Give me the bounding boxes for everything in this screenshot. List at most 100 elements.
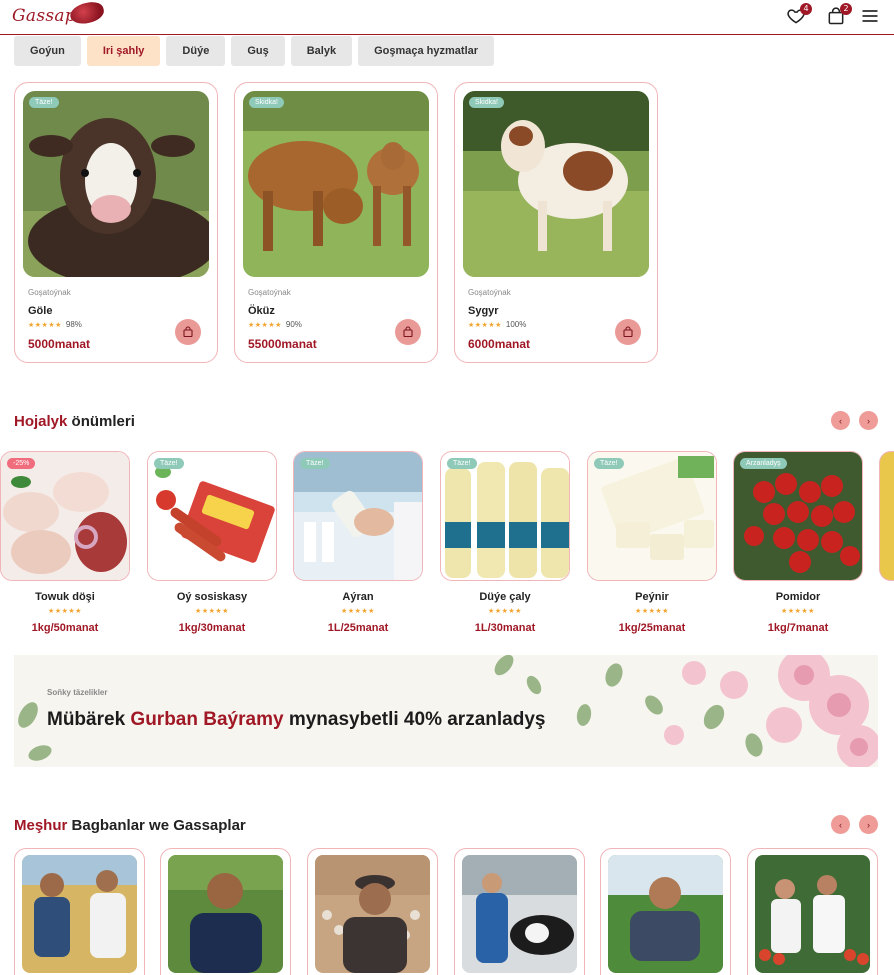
product-category: Goşatoýnak	[468, 288, 511, 297]
product-image-cheese: Täze!	[587, 451, 717, 581]
product-tag: Täze!	[300, 458, 330, 469]
tab-gus[interactable]: Guş	[231, 36, 285, 66]
product-name: Düýe çaly	[479, 591, 531, 603]
farm-prev-button[interactable]: ‹	[831, 411, 850, 430]
product-card[interactable]: Skidka! Goşatoýnak Öküz ★★★★★ 90% 55000m…	[234, 82, 438, 363]
farmer-photo	[168, 855, 283, 973]
section-title-highlight: Hojalyk	[14, 413, 68, 430]
product-tag: Täze!	[447, 458, 477, 469]
product-name: Towuk döşi	[35, 591, 95, 603]
farmer-photo	[22, 855, 137, 973]
farmer-card[interactable]	[747, 848, 878, 975]
star-rating-icons: ★★★★★	[48, 608, 82, 615]
farmers-carousel	[0, 848, 894, 975]
section-title-farmers: Meşhur Bagbanlar we Gassaplar	[14, 817, 246, 834]
product-price: 1kg/30manat	[178, 622, 246, 634]
product-name: Oý sosiskasy	[176, 591, 248, 603]
tab-balyk[interactable]: Balyk	[290, 36, 353, 66]
product-price: 6000manat	[468, 337, 531, 351]
product-price: 1kg/25manat	[618, 622, 686, 634]
site-header: Gassap 4 2	[0, 0, 894, 35]
tab-iri-sahly[interactable]: Iri şahly	[86, 36, 161, 66]
farmer-photo	[608, 855, 723, 973]
product-tag: Skidka!	[469, 97, 504, 108]
product-name: Peýnir	[635, 591, 669, 603]
hamburger-icon	[862, 10, 878, 22]
add-to-cart-button[interactable]	[395, 319, 421, 345]
product-price: 1kg/7manat	[767, 622, 829, 634]
product-rating: ★★★★★ 98%	[28, 320, 82, 329]
banner-title: Mübärek Gurban Baýramy mynasybetli 40% a…	[47, 709, 545, 731]
banner-subtitle: Soňky täzelikler	[47, 688, 108, 697]
menu-button[interactable]	[860, 6, 882, 28]
farmers-next-button[interactable]: ›	[859, 815, 878, 834]
category-tabs: Goýun Iri şahly Düýe Guş Balyk Goşmaça h…	[14, 36, 495, 66]
farmer-card[interactable]	[454, 848, 585, 975]
product-price: 5000manat	[28, 337, 91, 351]
product-image-camel-milk: Täze!	[440, 451, 570, 581]
star-rating-icons: ★★★★★	[488, 608, 522, 615]
product-price: 1L/30manat	[474, 622, 536, 634]
cart-add-icon	[403, 326, 413, 338]
product-tag: Täze!	[154, 458, 184, 469]
farm-next-button[interactable]: ›	[859, 411, 878, 430]
section-title-farm-products: Hojalyk önümleri	[14, 413, 135, 430]
product-tag: Täze!	[594, 458, 624, 469]
product-price: 1L/25manat	[327, 622, 389, 634]
section-title-rest: önümleri	[71, 413, 135, 430]
tab-gosmaca-hyzmatlar[interactable]: Goşmaça hyzmatlar	[358, 36, 495, 66]
farmer-card[interactable]	[160, 848, 291, 975]
rating-percent: 90%	[285, 320, 302, 329]
product-card[interactable]: Skidka! Goşatoýnak Sygyr ★★★★★ 100% 6000…	[454, 82, 658, 363]
wishlist-count-badge: 4	[800, 3, 812, 15]
add-to-cart-button[interactable]	[615, 319, 641, 345]
promo-banner[interactable]: Soňky täzelikler Mübärek Gurban Baýramy …	[14, 655, 878, 767]
add-to-cart-button[interactable]	[175, 319, 201, 345]
farmer-card[interactable]	[307, 848, 438, 975]
wishlist-button[interactable]: 4	[786, 3, 812, 28]
cart-add-icon	[623, 326, 633, 338]
farmer-photo	[755, 855, 870, 973]
farm-products-carousel: -25% Towuk döşi ★★★★★ 1kg/50manat Täze! …	[0, 451, 894, 641]
product-name: Pomidor	[775, 591, 821, 603]
star-rating-icons: ★★★★★	[635, 608, 669, 615]
farmer-photo	[462, 855, 577, 973]
product-image-sausage: Täze!	[147, 451, 277, 581]
product-name: Sygyr	[468, 305, 499, 317]
farmer-photo	[315, 855, 430, 973]
cart-add-icon	[183, 326, 193, 338]
product-rating: ★★★★★ 90%	[248, 320, 302, 329]
brand-logo[interactable]: Gassap	[12, 0, 106, 28]
banner-title-end: mynasybetli 40% arzanladyş	[288, 709, 546, 730]
star-rating-icons: ★★★★★	[468, 321, 502, 329]
section-title-highlight: Meşhur	[14, 817, 68, 834]
star-rating-icons: ★★★★★	[195, 608, 229, 615]
chevron-left-icon: ‹	[839, 819, 842, 830]
tab-goyun[interactable]: Goýun	[14, 36, 81, 66]
section-title-rest: Bagbanlar we Gassaplar	[71, 817, 246, 834]
chevron-left-icon: ‹	[839, 415, 842, 426]
product-image-berries: Arzanladyş	[733, 451, 863, 581]
product-category: Goşatoýnak	[28, 288, 71, 297]
product-price: 1kg/50manat	[31, 622, 99, 634]
farmer-card[interactable]	[14, 848, 145, 975]
product-image-ayran: Täze!	[293, 451, 423, 581]
farmers-prev-button[interactable]: ‹	[831, 815, 850, 834]
banner-title-start: Mübärek	[47, 709, 126, 730]
product-image-partial	[879, 451, 894, 581]
product-card[interactable]: Täze! Goşatoýnak Göle ★★★★★ 98% 5000mana…	[14, 82, 218, 363]
product-category: Goşatoýnak	[248, 288, 291, 297]
farmer-card[interactable]	[600, 848, 731, 975]
cart-count-badge: 2	[840, 3, 852, 15]
product-price: 55000manat	[248, 337, 317, 351]
product-image-ox: Skidka!	[243, 91, 429, 277]
product-image-calf: Täze!	[23, 91, 209, 277]
tab-duye[interactable]: Düýe	[166, 36, 226, 66]
product-image-chicken: -25%	[0, 451, 130, 581]
star-rating-icons: ★★★★★	[781, 608, 815, 615]
cart-button[interactable]: 2	[826, 3, 852, 28]
product-tag: Arzanladyş	[740, 458, 787, 469]
chevron-right-icon: ›	[867, 415, 870, 426]
star-rating-icons: ★★★★★	[341, 608, 375, 615]
chevron-right-icon: ›	[867, 819, 870, 830]
